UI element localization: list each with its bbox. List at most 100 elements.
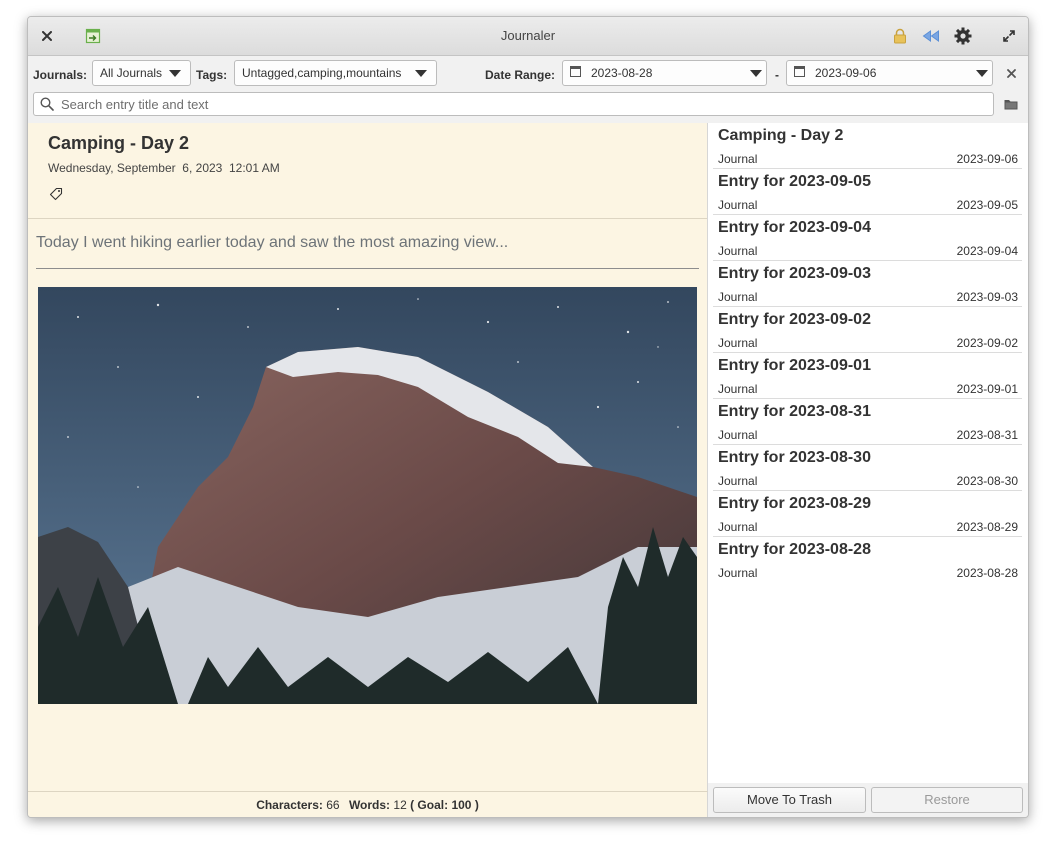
- close-button[interactable]: [36, 17, 58, 55]
- maximize-icon: [1003, 30, 1015, 42]
- chevron-down-icon: [750, 70, 762, 77]
- rewind-button[interactable]: [920, 17, 942, 55]
- maximize-button[interactable]: [998, 17, 1020, 55]
- tags-label: Tags:: [196, 68, 228, 82]
- clear-filter-button[interactable]: [1002, 56, 1020, 90]
- gear-icon: [954, 27, 972, 45]
- chevron-down-icon: [415, 70, 427, 77]
- list-item[interactable]: Entry for 2023-08-28 Journal 2023-08-28: [713, 537, 1022, 583]
- list-item-title: Entry for 2023-09-02: [718, 311, 871, 328]
- close-icon: [42, 31, 52, 41]
- clear-filter-icon: [1006, 68, 1016, 78]
- list-item-journal: Journal: [718, 428, 758, 442]
- list-item-title: Entry for 2023-08-28: [718, 541, 871, 558]
- list-item-date: 2023-08-30: [956, 474, 1018, 488]
- folder-icon: [1004, 100, 1018, 110]
- date-from-picker[interactable]: 2023-08-28: [562, 60, 767, 86]
- list-item-journal: Journal: [718, 152, 758, 166]
- list-item[interactable]: Entry for 2023-09-04 Journal 2023-09-04: [713, 215, 1022, 261]
- list-item[interactable]: Entry for 2023-09-02 Journal 2023-09-02: [713, 307, 1022, 353]
- window-title: Journaler: [500, 28, 556, 43]
- list-item[interactable]: Entry for 2023-08-30 Journal 2023-08-30: [713, 445, 1022, 491]
- journals-label: Journals:: [33, 68, 88, 82]
- list-item-date: 2023-09-03: [956, 290, 1018, 304]
- chevron-down-icon: [976, 70, 988, 77]
- tags-dropdown-value: Untagged,camping,mountains: [242, 66, 402, 80]
- chevron-down-icon: [169, 70, 181, 77]
- restore-button[interactable]: Restore: [871, 787, 1023, 813]
- filter-toolbar: Journals: All Journals Tags: Untagged,ca…: [28, 56, 1028, 90]
- list-item[interactable]: Entry for 2023-08-31 Journal 2023-08-31: [713, 399, 1022, 445]
- list-item-date: 2023-08-31: [956, 428, 1018, 442]
- search-row: [28, 91, 1028, 119]
- journals-dropdown-value: All Journals: [100, 66, 163, 80]
- date-from-value: 2023-08-28: [591, 66, 653, 80]
- date-range-label: Date Range:: [485, 68, 556, 82]
- list-item-journal: Journal: [718, 566, 758, 580]
- tag-icon: [49, 187, 63, 201]
- entry-editor[interactable]: Camping - Day 2 Wednesday, September 6, …: [28, 123, 708, 791]
- entry-list: Camping - Day 2 Journal 2023-09-06 Entry…: [708, 123, 1028, 783]
- list-item-title: Camping - Day 2: [718, 127, 844, 144]
- list-item-journal: Journal: [718, 290, 758, 304]
- list-item-title: Entry for 2023-09-01: [718, 357, 871, 374]
- list-item-date: 2023-08-28: [956, 566, 1018, 580]
- characters-label: Characters:: [256, 798, 323, 812]
- list-item-title: Entry for 2023-09-03: [718, 265, 871, 282]
- list-item-journal: Journal: [718, 198, 758, 212]
- list-item-journal: Journal: [718, 520, 758, 534]
- list-item-date: 2023-08-29: [956, 520, 1018, 534]
- words-label: Words:: [348, 798, 391, 812]
- list-item-title: Entry for 2023-08-30: [718, 449, 871, 466]
- date-separator: -: [775, 68, 779, 82]
- date-to-value: 2023-09-06: [815, 66, 877, 80]
- rewind-icon: [922, 30, 939, 42]
- calendar-icon: [570, 66, 581, 77]
- search-icon: [40, 97, 54, 111]
- list-item-title: Entry for 2023-09-04: [718, 219, 871, 236]
- list-item-journal: Journal: [718, 244, 758, 258]
- open-folder-button[interactable]: [1001, 91, 1021, 117]
- header-divider: [28, 218, 707, 219]
- goal-value: 100: [451, 798, 472, 812]
- tag-button[interactable]: [49, 187, 63, 206]
- date-to-picker[interactable]: 2023-09-06: [786, 60, 993, 86]
- new-entry-button[interactable]: [82, 17, 104, 55]
- list-item-journal: Journal: [718, 382, 758, 396]
- search-input[interactable]: [61, 95, 981, 113]
- list-item-date: 2023-09-02: [956, 336, 1018, 350]
- list-item-title: Entry for 2023-08-31: [718, 403, 871, 420]
- list-item[interactable]: Entry for 2023-09-03 Journal 2023-09-03: [713, 261, 1022, 307]
- body-divider: [36, 268, 699, 269]
- entry-title[interactable]: Camping - Day 2: [48, 133, 189, 154]
- list-item[interactable]: Entry for 2023-09-05 Journal 2023-09-05: [713, 169, 1022, 215]
- goal-label: ( Goal:: [410, 798, 449, 812]
- words-count: 12: [393, 798, 407, 812]
- entry-body-text[interactable]: Today I went hiking earlier today and sa…: [36, 234, 508, 252]
- list-item[interactable]: Entry for 2023-08-29 Journal 2023-08-29: [713, 491, 1022, 537]
- list-item-date: 2023-09-06: [956, 152, 1018, 166]
- new-entry-icon: [85, 28, 101, 44]
- list-item-date: 2023-09-05: [956, 198, 1018, 212]
- calendar-icon: [794, 66, 805, 77]
- list-item[interactable]: Entry for 2023-09-01 Journal 2023-09-01: [713, 353, 1022, 399]
- tags-dropdown[interactable]: Untagged,camping,mountains: [234, 60, 437, 86]
- status-bar: Characters: 66 Words: 12 ( Goal: 100 ): [28, 791, 708, 817]
- list-item-date: 2023-09-04: [956, 244, 1018, 258]
- journals-dropdown[interactable]: All Journals: [92, 60, 191, 86]
- list-item-title: Entry for 2023-08-29: [718, 495, 871, 512]
- list-item[interactable]: Camping - Day 2 Journal 2023-09-06: [713, 123, 1022, 169]
- characters-count: 66: [326, 798, 340, 812]
- journaler-window: Journaler Journals: All Journals Tags: U…: [27, 16, 1029, 818]
- list-actions: Move To Trash Restore: [708, 783, 1028, 817]
- list-item-journal: Journal: [718, 474, 758, 488]
- search-box: [33, 92, 994, 116]
- entry-photo: [38, 287, 697, 704]
- list-item-title: Entry for 2023-09-05: [718, 173, 871, 190]
- entry-datetime[interactable]: Wednesday, September 6, 2023 12:01 AM: [48, 161, 280, 175]
- move-to-trash-button[interactable]: Move To Trash: [713, 787, 866, 813]
- settings-button[interactable]: [952, 17, 974, 55]
- title-bar: Journaler: [28, 17, 1028, 56]
- lock-button[interactable]: [890, 17, 910, 55]
- lock-icon: [894, 28, 906, 44]
